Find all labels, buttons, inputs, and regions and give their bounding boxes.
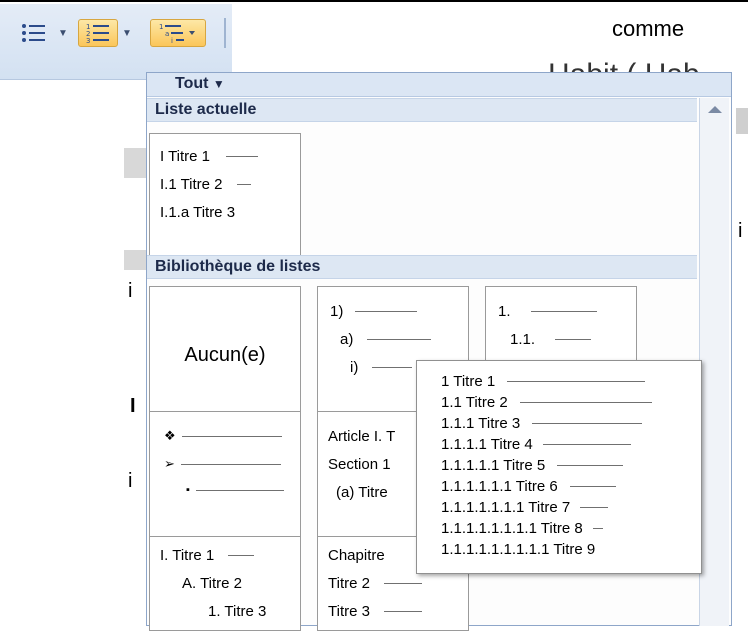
document-background-strip bbox=[736, 108, 748, 134]
svg-text:3: 3 bbox=[86, 37, 90, 44]
list-item: 1. Titre 3 bbox=[208, 603, 267, 620]
numbered-list-icon: 1 2 3 bbox=[86, 23, 109, 44]
preview-row: 1 Titre 1 bbox=[441, 373, 646, 390]
list-item: I. Titre 1 bbox=[160, 547, 300, 564]
svg-text:i: i bbox=[171, 37, 173, 44]
multilevel-list-split-button[interactable]: 1 a i bbox=[150, 18, 206, 48]
numbering-button[interactable]: 1 2 3 bbox=[78, 19, 118, 47]
scroll-up-arrow-icon[interactable] bbox=[708, 106, 722, 113]
preview-row: 1.1.1.1.1.1.1.1.1 Titre 9 bbox=[441, 541, 596, 558]
filter-label[interactable]: Tout bbox=[175, 75, 208, 92]
paragraph-ribbon-group: ▼ 1 2 3 ▼ 1 a i bbox=[0, 4, 232, 80]
preview-row: 1.1.1.1 Titre 4 bbox=[441, 436, 631, 453]
document-text-fragment: i bbox=[128, 280, 133, 302]
document-text-fragment: i bbox=[128, 470, 133, 492]
document-top-border bbox=[0, 0, 748, 2]
preview-row: 1.1.1.1.1.1.1.1 Titre 8 bbox=[441, 520, 603, 537]
preview-row: 1.1.1.1.1.1 Titre 6 bbox=[441, 478, 616, 495]
list-preview-tooltip: 1 Titre 1 1.1 Titre 2 1.1.1 Titre 3 1.1.… bbox=[416, 360, 702, 574]
list-item: Titre 2 bbox=[328, 575, 468, 592]
toolbar-separator bbox=[224, 18, 226, 48]
list-item: ▪ bbox=[186, 484, 300, 496]
list-item: a) bbox=[340, 331, 468, 348]
list-item: 1.1. bbox=[510, 331, 636, 348]
gallery-scrollbar[interactable] bbox=[699, 98, 729, 626]
section-title-library: Bibliothèque de listes bbox=[147, 255, 697, 279]
chevron-down-icon[interactable]: ▼ bbox=[213, 77, 225, 91]
svg-text:a: a bbox=[165, 30, 169, 38]
list-item: ➢ bbox=[164, 456, 300, 472]
svg-text:1: 1 bbox=[159, 23, 163, 31]
list-item: 1) bbox=[330, 303, 468, 320]
chevron-down-icon[interactable]: ▼ bbox=[58, 28, 68, 39]
document-text-word: comme bbox=[612, 16, 685, 41]
numbering-split-button[interactable]: 1 2 3 ▼ bbox=[78, 18, 136, 48]
list-item: I.1 Titre 2 bbox=[160, 176, 300, 193]
list-item: ❖ bbox=[164, 428, 300, 444]
bullet-list-icon bbox=[22, 24, 45, 42]
list-style-bullets-tile[interactable]: ❖ ➢ ▪ bbox=[149, 411, 301, 549]
list-item: I.1.a Titre 3 bbox=[160, 204, 236, 221]
multilevel-list-icon: 1 a i bbox=[159, 23, 195, 44]
document-background-strip bbox=[124, 250, 148, 270]
list-item: A. Titre 2 bbox=[182, 575, 243, 592]
chevron-down-icon[interactable]: ▼ bbox=[122, 28, 132, 39]
current-list-tile[interactable]: I Titre 1 I.1 Titre 2 I.1.a Titre 3 bbox=[149, 133, 301, 271]
list-item: I Titre 1 bbox=[160, 148, 300, 165]
section-title-current-list: Liste actuelle bbox=[147, 98, 697, 122]
list-style-label: Aucun(e) bbox=[184, 343, 266, 366]
list-style-tile[interactable]: I. Titre 1 A. Titre 2 1. Titre 3 bbox=[149, 536, 301, 631]
preview-row: 1.1.1.1.1.1.1 Titre 7 bbox=[441, 499, 609, 516]
preview-row: 1.1 Titre 2 bbox=[441, 394, 652, 411]
list-item: Titre 3 bbox=[328, 603, 468, 620]
preview-row: 1.1.1.1.1 Titre 5 bbox=[441, 457, 624, 474]
document-text-fragment: i bbox=[738, 220, 743, 242]
document-text-fragment: I bbox=[130, 395, 136, 417]
preview-row: 1.1.1 Titre 3 bbox=[441, 415, 643, 432]
list-item: 1. bbox=[498, 303, 636, 320]
bullets-split-button[interactable]: ▼ bbox=[14, 18, 72, 48]
list-style-none-tile[interactable]: Aucun(e) bbox=[149, 286, 301, 424]
multilevel-list-button[interactable]: 1 a i bbox=[150, 19, 206, 47]
bullets-button[interactable] bbox=[14, 19, 54, 47]
filter-dropdown[interactable]: Tout ▼ bbox=[147, 73, 731, 97]
document-background-strip bbox=[124, 148, 148, 178]
